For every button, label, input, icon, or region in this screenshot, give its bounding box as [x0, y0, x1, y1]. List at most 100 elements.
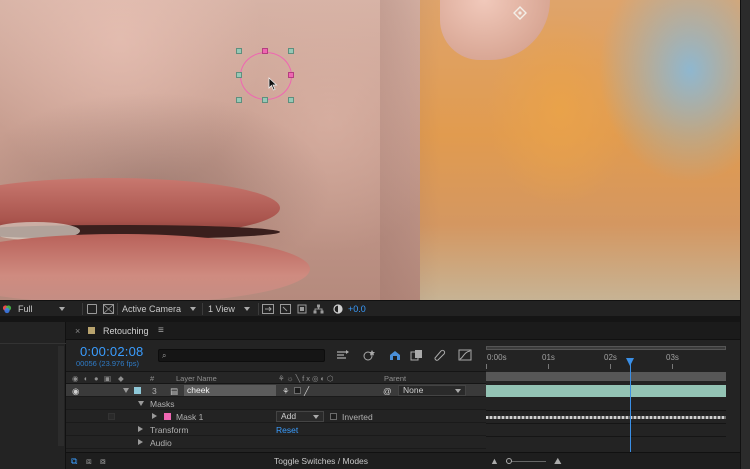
- lock-icon[interactable]: ▣: [104, 374, 111, 383]
- in-out-panel-icon[interactable]: ⧇: [100, 456, 106, 467]
- timeline-tab[interactable]: × Retouching ≡: [66, 322, 740, 340]
- color-channel-icon[interactable]: [2, 304, 12, 314]
- transparency-grid-icon[interactable]: [103, 304, 114, 314]
- zoom-slider-track[interactable]: [506, 461, 546, 462]
- anchor-point-icon[interactable]: [513, 6, 527, 20]
- layer-twirl-down-icon[interactable]: [123, 388, 129, 393]
- masks-twirl-icon[interactable]: [138, 401, 144, 406]
- mask-visibility-box[interactable]: [108, 413, 115, 420]
- audio-icon[interactable]: ◖: [83, 374, 88, 383]
- zoom-slider-thumb[interactable]: [506, 458, 512, 464]
- close-icon[interactable]: ×: [75, 326, 80, 336]
- mask-name[interactable]: Mask 1: [176, 412, 203, 422]
- work-area-range[interactable]: [486, 372, 726, 381]
- camera-value: Active Camera: [122, 304, 182, 314]
- column-number: #: [150, 374, 155, 383]
- views-dropdown[interactable]: 1 View: [208, 301, 256, 317]
- flowchart-icon[interactable]: [313, 304, 324, 314]
- layer-name-field[interactable]: cheek: [184, 385, 276, 396]
- column-parent: Parent: [384, 374, 407, 383]
- transform-row[interactable]: Transform Reset: [66, 423, 486, 436]
- graph-editor-icon[interactable]: [458, 349, 472, 361]
- track-divider: [486, 436, 726, 437]
- mask-handle-top-left[interactable]: [236, 48, 242, 54]
- parent-pickwhip-icon[interactable]: @: [383, 386, 392, 396]
- transform-reset-link[interactable]: Reset: [276, 425, 298, 435]
- current-time-indicator[interactable]: [630, 358, 631, 452]
- mouse-pointer-icon: [268, 77, 278, 91]
- mask-twirl-icon[interactable]: [152, 413, 157, 419]
- mask-row[interactable]: Mask 1 Add Inverted: [66, 410, 486, 423]
- mask-handle-bottom[interactable]: [262, 97, 268, 103]
- fast-previews-icon[interactable]: [262, 304, 274, 314]
- layer-switches-icon[interactable]: ⧉: [71, 456, 77, 467]
- transfer-controls-icon[interactable]: ⧈: [86, 456, 92, 467]
- shy-switch-icon[interactable]: ⚘: [282, 386, 290, 397]
- mask-handle-top-right[interactable]: [288, 48, 294, 54]
- draft-3d-icon[interactable]: [362, 349, 376, 361]
- quality-switch[interactable]: [294, 387, 301, 394]
- composition-viewer[interactable]: [0, 0, 740, 300]
- ruler-tick-label: 02s: [604, 353, 617, 362]
- eye-icon[interactable]: ◉: [72, 374, 79, 383]
- chevron-down-icon: [243, 307, 250, 311]
- mask-mode-dropdown[interactable]: Add: [276, 411, 324, 422]
- layer-duration-bar[interactable]: [486, 385, 726, 397]
- column-layer-name[interactable]: Layer Name: [176, 374, 217, 383]
- resolution-dropdown[interactable]: Full: [18, 301, 78, 317]
- masks-label: Masks: [150, 399, 175, 409]
- parent-value: None: [403, 385, 424, 395]
- layer-row-cheek[interactable]: ◉ 3 ▤ cheek ⚘ ╱ @ None: [66, 384, 486, 397]
- layer-label-color[interactable]: [134, 387, 141, 394]
- mask-handle-left[interactable]: [236, 72, 242, 78]
- camera-dropdown[interactable]: Active Camera: [122, 301, 200, 317]
- chevron-down-icon: [313, 415, 319, 419]
- solo-icon[interactable]: ●: [94, 374, 99, 383]
- composition-mini-flowchart-icon[interactable]: [336, 349, 350, 361]
- time-ruler[interactable]: 0:00s 01s 02s 03s: [486, 350, 726, 370]
- mask-path-ellipse[interactable]: [240, 52, 292, 100]
- parent-dropdown[interactable]: None: [398, 385, 466, 396]
- toolbar-divider: [258, 303, 259, 315]
- zoom-in-icon[interactable]: ⛰: [554, 456, 562, 467]
- time-graph[interactable]: 0:00s 01s 02s 03s: [486, 340, 740, 452]
- quality-slash-icon[interactable]: ╱: [304, 386, 309, 397]
- mask-handle-top[interactable]: [262, 48, 268, 54]
- toolbar-divider: [202, 303, 203, 315]
- visibility-eye-icon[interactable]: ◉: [72, 386, 79, 397]
- transform-twirl-icon[interactable]: [138, 426, 143, 432]
- scrollbar[interactable]: [58, 346, 64, 446]
- chevron-down-icon: [455, 389, 461, 393]
- zoom-out-icon[interactable]: ▲: [490, 456, 499, 466]
- snapshot-icon[interactable]: [87, 304, 97, 314]
- project-panel: [0, 322, 66, 469]
- exposure-value[interactable]: +0.0: [348, 304, 366, 314]
- viewer-toolbar: Full Active Camera 1 View +0.0: [0, 300, 740, 316]
- toolbar-divider: [82, 303, 83, 315]
- current-timecode[interactable]: 0:00:02:08: [80, 344, 143, 359]
- audio-row[interactable]: Audio: [66, 436, 486, 449]
- mask-handle-bottom-left[interactable]: [236, 97, 242, 103]
- masks-group-row[interactable]: Masks: [66, 397, 486, 410]
- tab-retouching[interactable]: Retouching: [103, 326, 149, 336]
- mask-handle-bottom-right[interactable]: [288, 97, 294, 103]
- exposure-icon[interactable]: [333, 304, 343, 314]
- hamburger-menu-icon[interactable]: ≡: [158, 325, 164, 336]
- timeline-icon[interactable]: [297, 304, 307, 314]
- ruler-tick-label: 03s: [666, 353, 679, 362]
- frame-blending-icon[interactable]: [410, 349, 424, 361]
- toggle-switches-modes-button[interactable]: Toggle Switches / Modes: [274, 456, 368, 466]
- audio-twirl-icon[interactable]: [138, 439, 143, 445]
- mask-handle-right[interactable]: [288, 72, 294, 78]
- mask-keyframe-track[interactable]: [486, 416, 726, 419]
- timeline-panel: × Retouching ≡ 0:00:02:08 00056 (23.976 …: [66, 322, 740, 469]
- label-tag-icon[interactable]: ◆: [118, 374, 124, 383]
- track-divider: [486, 423, 726, 424]
- toolbar-divider: [117, 303, 118, 315]
- region-of-interest-icon[interactable]: [280, 304, 291, 314]
- layer-search-input[interactable]: ⌕: [158, 349, 325, 362]
- mask-color-swatch[interactable]: [164, 413, 171, 420]
- shy-layers-icon[interactable]: [388, 349, 402, 361]
- mask-inverted-checkbox[interactable]: [330, 413, 337, 420]
- motion-blur-icon[interactable]: [432, 349, 446, 361]
